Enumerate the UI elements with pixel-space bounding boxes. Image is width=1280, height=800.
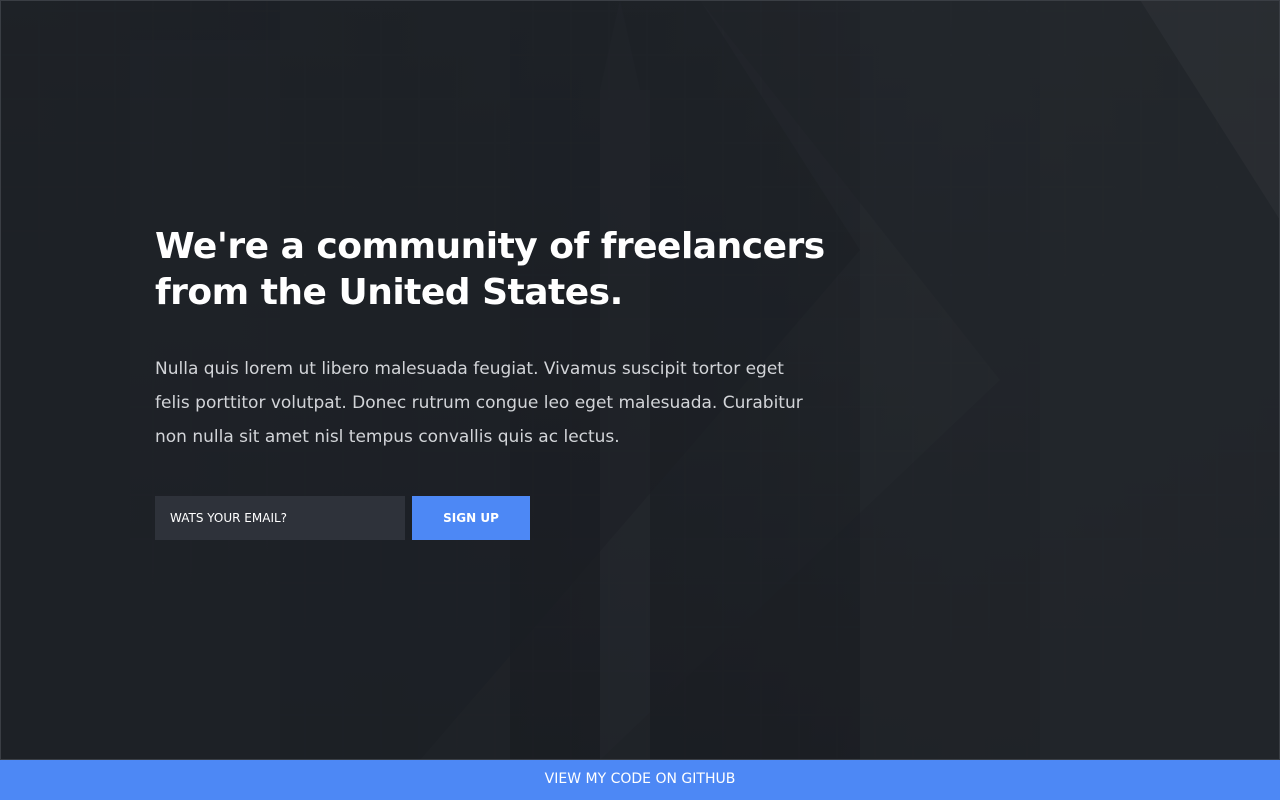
view-code-on-github-link[interactable]: VIEW MY CODE ON GITHUB [0, 759, 1280, 800]
headline-line-2: from the United States. [155, 272, 623, 313]
signup-form: SIGN UP [155, 496, 530, 540]
headline-line-1: We're a community of freelancers [155, 226, 825, 267]
email-input[interactable] [155, 496, 405, 540]
hero-headline: We're a community of freelancers from th… [155, 224, 825, 316]
hero-content: We're a community of freelancers from th… [155, 224, 825, 454]
hero-description: Nulla quis lorem ut libero malesuada feu… [155, 359, 803, 447]
landing-page: We're a community of freelancers from th… [0, 0, 1280, 800]
sign-up-button[interactable]: SIGN UP [412, 496, 530, 540]
